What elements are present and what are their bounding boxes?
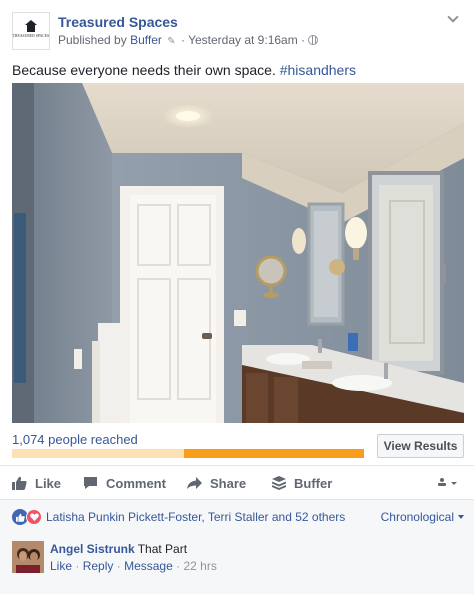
comment-author-name[interactable]: Angel Sistrunk (50, 542, 135, 556)
comment-like-link[interactable]: Like (50, 559, 72, 573)
post-header: TREASURED SPACES Treasured Spaces Publis… (12, 12, 462, 52)
post-time[interactable]: Yesterday at 9:16am (188, 33, 298, 47)
view-results-button[interactable]: View Results (377, 434, 464, 458)
comment-sep-1: · (75, 559, 80, 573)
globe-icon (308, 35, 319, 45)
meta-separator: · (180, 33, 185, 47)
reactor-names[interactable]: Latisha Punkin Pickett-Foster, Terri Sta… (46, 510, 345, 524)
page-name[interactable]: Treasured Spaces (58, 14, 178, 30)
comment-button[interactable]: Comment (83, 470, 166, 496)
bathroom-photo (12, 83, 464, 423)
page-logo[interactable]: TREASURED SPACES (12, 12, 50, 50)
post-body: Because everyone needs their own space. (12, 62, 276, 78)
published-by-label: Published by (58, 33, 127, 47)
reaction-icons[interactable] (12, 509, 44, 525)
comment-sep-3: · (176, 559, 181, 573)
comment-message-link[interactable]: Message (124, 559, 173, 573)
comment-time[interactable]: 22 hrs (183, 559, 216, 573)
like-label: Like (35, 475, 62, 491)
chevron-down-icon[interactable] (446, 12, 460, 26)
reactions-bar: Latisha Punkin Pickett-Foster, Terri Sta… (0, 499, 474, 533)
comment-label: Comment (106, 475, 166, 491)
comment-icon (84, 477, 97, 489)
buffer-label: Buffer (294, 475, 333, 491)
post-meta: Published by Buffer ✎ · Yesterday at 9:1… (58, 33, 319, 47)
avatar[interactable] (12, 541, 44, 573)
comment-author: Angel Sistrunk That Part (50, 542, 187, 556)
edit-icon[interactable]: ✎ (167, 36, 175, 47)
share-button[interactable]: Share (187, 470, 246, 496)
reach-progress-fill (184, 449, 364, 458)
comment-sort-select[interactable]: Chronological (381, 510, 464, 524)
sort-label: Chronological (380, 510, 454, 524)
people-reached[interactable]: 1,074 people reached (12, 432, 138, 447)
logo-text: TREASURED SPACES (12, 33, 50, 38)
love-reaction-icon (26, 509, 42, 525)
like-button[interactable]: Like (12, 470, 61, 496)
caret-down-icon (458, 515, 464, 519)
buffer-button[interactable]: Buffer (272, 470, 332, 496)
comment-reply-link[interactable]: Reply (83, 559, 114, 573)
publisher-link[interactable]: Buffer (130, 33, 162, 47)
comment-actions: Like · Reply · Message · 22 hrs (50, 559, 217, 573)
share-label: Share (210, 475, 247, 491)
comment-text: That Part (137, 542, 188, 556)
comment-section: Angel Sistrunk That Part Like · Reply · M… (0, 533, 474, 594)
hashtag-link[interactable]: #hisandhers (280, 62, 356, 78)
house-icon (25, 19, 37, 32)
post-text: Because everyone needs their own space. … (12, 62, 356, 78)
buffer-stack-icon (272, 476, 286, 490)
audience-menu-icon[interactable] (438, 470, 460, 496)
reach-progress-bar (12, 449, 364, 458)
share-arrow-icon (187, 476, 202, 489)
meta-separator-2: · (301, 33, 306, 47)
thumbs-up-icon (12, 476, 27, 490)
action-bar: Like Comment Share Buffer (0, 470, 474, 496)
post-photo[interactable] (12, 83, 464, 423)
divider (0, 465, 474, 466)
comment-sep-2: · (116, 559, 121, 573)
